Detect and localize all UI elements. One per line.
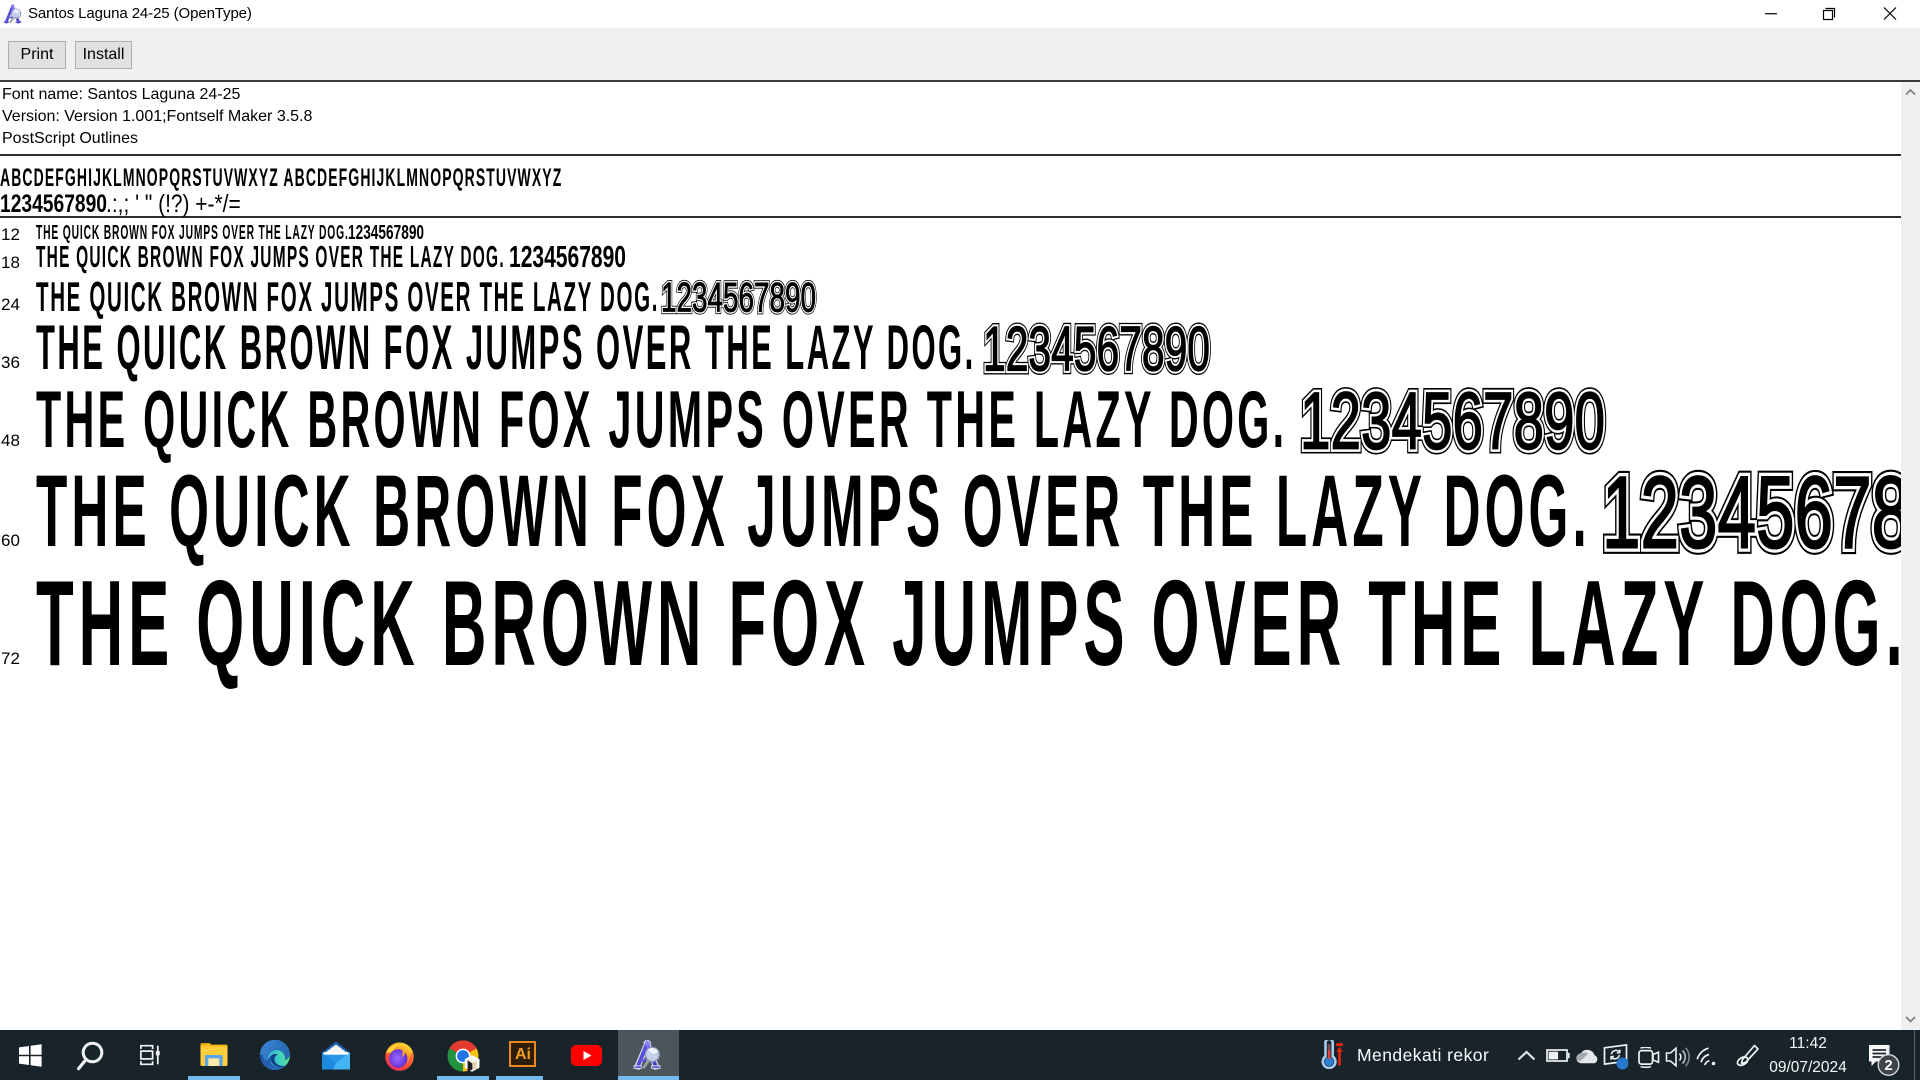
svg-text:2: 2 bbox=[1884, 1057, 1892, 1074]
svg-text:1234567890: 1234567890 bbox=[1300, 380, 1605, 466]
svg-text:1234567890: 1234567890 bbox=[1602, 461, 1920, 570]
